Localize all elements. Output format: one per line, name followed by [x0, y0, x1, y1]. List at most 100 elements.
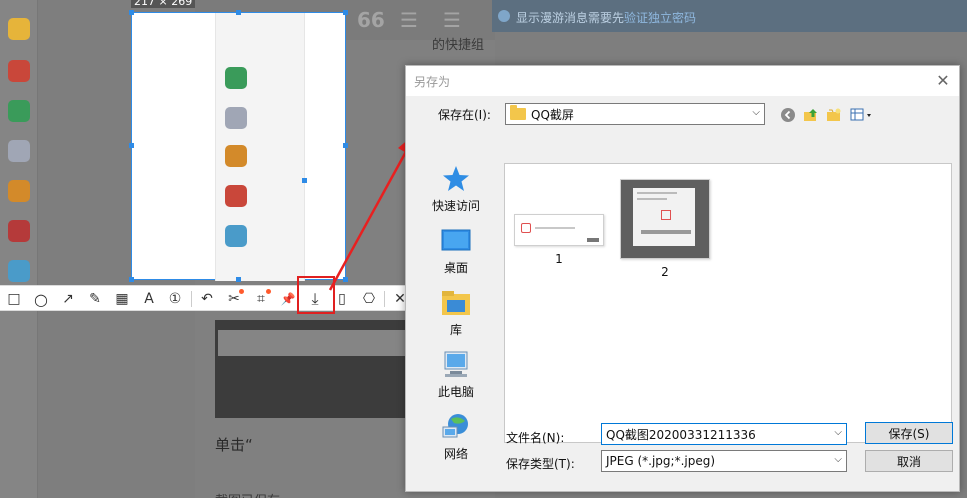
captured-mail-icon	[225, 67, 247, 89]
word-app-icon	[8, 140, 30, 162]
download-highlight-box	[297, 276, 335, 314]
phone-icon[interactable]: ▯	[332, 289, 352, 309]
resize-handle-ml[interactable]	[129, 143, 134, 148]
scissors-icon[interactable]: ✂	[224, 289, 244, 309]
filename-input[interactable]: QQ截图20200331211336 ⌵	[601, 423, 847, 445]
captured-word-icon	[225, 107, 247, 129]
network-icon	[441, 413, 471, 441]
new-folder-icon[interactable]	[825, 106, 843, 124]
toolbar-separator	[384, 291, 385, 307]
verify-password-link[interactable]: 验证独立密码	[624, 11, 696, 25]
ordered-list-icon: ☰	[400, 8, 418, 32]
mail-app-icon	[8, 100, 30, 122]
info-icon	[498, 10, 510, 22]
filename-label: 文件名(N):	[506, 431, 565, 445]
arrow-tool-icon[interactable]: ↗	[58, 289, 78, 309]
place-network[interactable]: 网络	[416, 413, 496, 471]
save-in-label: 保存在(I):	[438, 108, 491, 122]
capture-region[interactable]	[129, 10, 348, 282]
capture-size-label: 217 × 269	[131, 0, 196, 8]
p-app-icon	[8, 260, 30, 282]
screenshot-toolbar: □ ○ ↗ ✎ ▦ A ① ↶ ✂ ⌗ 📌 ⤓ ▯ ⎔ ✕	[0, 285, 410, 311]
file-thumbnail	[514, 214, 604, 246]
captured-xiaohongshu-icon	[225, 185, 247, 207]
dialog-title: 另存为	[414, 75, 451, 89]
filename-value: QQ截图20200331211336	[606, 427, 756, 442]
save-in-value: QQ截屏	[531, 107, 574, 122]
ellipse-tool-icon[interactable]: ○	[31, 289, 51, 309]
file-name: 1	[555, 252, 563, 266]
view-menu-icon[interactable]	[849, 106, 877, 124]
xiaohongshu-app-icon	[8, 220, 30, 242]
library-icon	[441, 289, 471, 317]
resize-handle-br[interactable]	[343, 277, 348, 282]
pen-tool-icon[interactable]: ✎	[85, 289, 105, 309]
new-badge-dot	[266, 289, 271, 294]
star-icon	[441, 165, 471, 193]
unordered-list-icon: ☰	[443, 8, 461, 32]
place-quick-access[interactable]: 快速访问	[416, 165, 496, 223]
filetype-select[interactable]: JPEG (*.jpg;*.jpeg) ⌵	[601, 450, 847, 472]
place-library[interactable]: 库	[416, 289, 496, 347]
close-icon[interactable]: ✕	[933, 70, 953, 90]
chevron-down-icon: ⌵	[752, 107, 760, 118]
file-item[interactable]: 2	[619, 179, 711, 279]
undo-icon[interactable]: ↶	[197, 289, 217, 309]
place-label: 快速访问	[431, 199, 480, 213]
resize-handle-tl[interactable]	[129, 10, 134, 15]
star-app-icon	[8, 18, 30, 40]
place-this-pc[interactable]: 此电脑	[416, 351, 496, 409]
banner-text: 显示漫游消息需要先	[516, 11, 625, 25]
place-label: 网络	[443, 447, 468, 461]
file-list: 1 2	[504, 163, 952, 443]
number-tool-icon[interactable]: ①	[165, 289, 185, 309]
file-thumbnail	[620, 179, 710, 259]
save-in-dropdown[interactable]: QQ截屏 ⌵	[505, 103, 765, 125]
dialog-body: 保存在(I): QQ截屏 ⌵ 快速访问 桌面 库 此电脑 网络 1 2 文件名(…	[406, 96, 959, 491]
filetype-label: 保存类型(T):	[506, 457, 575, 471]
computer-icon	[441, 351, 471, 379]
rectangle-tool-icon[interactable]: □	[4, 289, 24, 309]
chevron-down-icon: ⌵	[834, 454, 842, 465]
place-label: 此电脑	[437, 385, 474, 399]
background-text-click: 单击“	[215, 436, 253, 454]
background-text-bottom: 截图已保存	[215, 490, 280, 498]
captured-p-icon	[225, 225, 247, 247]
place-label: 库	[449, 323, 462, 337]
chevron-down-icon[interactable]: ⌵	[834, 427, 842, 438]
desktop-icon	[441, 227, 471, 255]
save-button[interactable]: 保存(S)	[865, 422, 953, 444]
places-bar: 快速访问 桌面 库 此电脑 网络	[416, 163, 496, 463]
place-desktop[interactable]: 桌面	[416, 227, 496, 285]
filetype-value: JPEG (*.jpg;*.jpeg)	[606, 454, 716, 468]
mosaic-tool-icon[interactable]: ▦	[112, 289, 132, 309]
cancel-button[interactable]: 取消	[865, 450, 953, 472]
taobao-app-icon	[8, 180, 30, 202]
file-name: 2	[661, 265, 669, 279]
resize-handle-inner[interactable]	[302, 178, 307, 183]
background-toolbar-image	[218, 330, 408, 356]
quote-icon: 66	[357, 8, 385, 32]
background-text-top: 的快捷组	[432, 38, 485, 53]
text-tool-icon[interactable]: A	[139, 289, 159, 309]
toolbar-separator	[191, 291, 192, 307]
pin-icon[interactable]: 📌	[278, 289, 298, 309]
folder-icon	[510, 105, 526, 120]
file-item[interactable]: 1	[513, 214, 605, 266]
ocr-icon[interactable]: ⌗	[251, 289, 271, 309]
weibo-app-icon	[8, 60, 30, 82]
place-label: 桌面	[443, 261, 468, 275]
back-icon[interactable]	[779, 106, 797, 124]
background-app-sidebar	[0, 0, 38, 498]
up-folder-icon[interactable]	[802, 106, 820, 124]
bookmark-icon[interactable]: ⎔	[359, 289, 379, 309]
save-as-dialog: 另存为 ✕ 保存在(I): QQ截屏 ⌵ 快速访问 桌面 库 此电脑 网络 1 …	[405, 65, 960, 492]
captured-taobao-icon	[225, 145, 247, 167]
resize-handle-mr[interactable]	[343, 143, 348, 148]
resize-handle-bm[interactable]	[236, 277, 241, 282]
resize-handle-bl[interactable]	[129, 277, 134, 282]
resize-handle-tr[interactable]	[343, 10, 348, 15]
resize-handle-tm[interactable]	[236, 10, 241, 15]
new-badge-dot	[239, 289, 244, 294]
roaming-banner: 显示漫游消息需要先验证独立密码	[492, 0, 967, 32]
